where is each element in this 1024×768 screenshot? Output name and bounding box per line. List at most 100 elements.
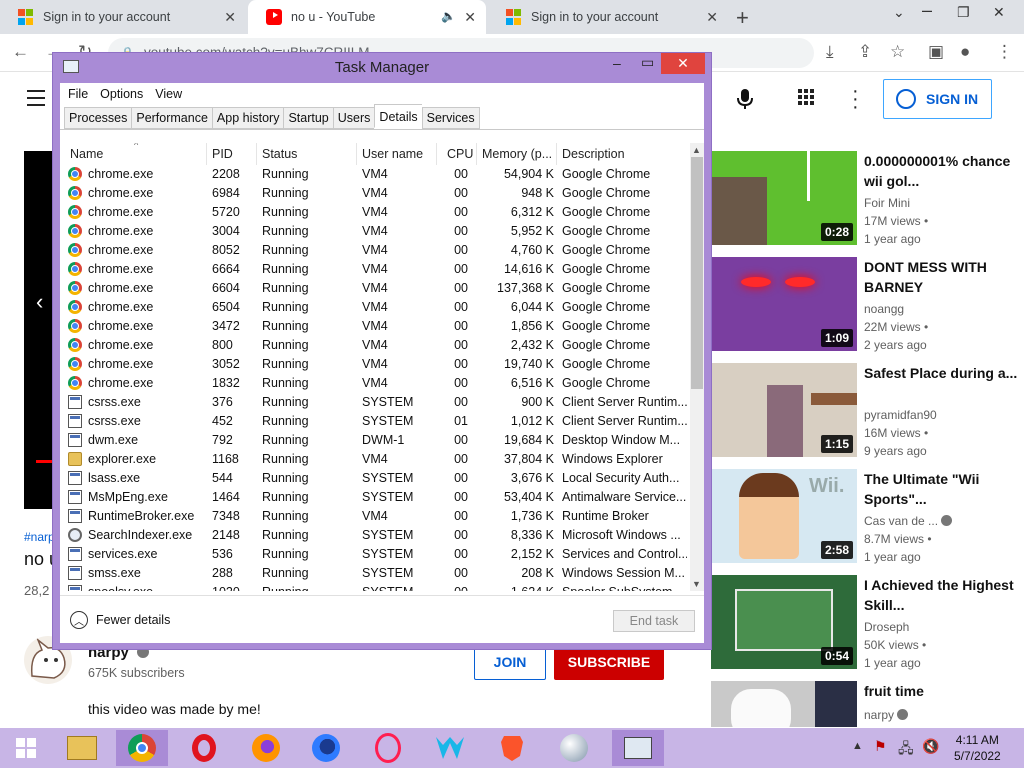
scroll-up-icon[interactable]: ▲ xyxy=(692,145,701,155)
taskbar-firefox[interactable] xyxy=(240,730,292,766)
start-button[interactable] xyxy=(0,730,52,766)
chevron-left-icon[interactable]: ‹ xyxy=(36,289,43,315)
recommendation-title[interactable]: fruit time xyxy=(864,681,1022,701)
table-row[interactable]: services.exe 536 Running SYSTEM 00 2,152 K Ser… xyxy=(64,545,688,564)
taskbar-firefox-dev[interactable] xyxy=(300,730,352,766)
recommendation-channel[interactable]: Droseph xyxy=(864,620,909,634)
hamburger-menu-icon[interactable] xyxy=(27,90,45,111)
close-tab-icon[interactable]: ✕ xyxy=(464,9,476,26)
table-row[interactable]: chrome.exe 2208 Running VM4 00 54,904 K Google… xyxy=(64,165,688,184)
menu-options[interactable]: Options xyxy=(100,87,143,101)
table-row[interactable]: MsMpEng.exe 1464 Running SYSTEM 00 53,404 K An… xyxy=(64,488,688,507)
recommendation-title[interactable]: Safest Place during a... xyxy=(864,363,1022,383)
tab-app-history[interactable]: App history xyxy=(211,107,284,129)
table-row[interactable]: chrome.exe 3472 Running VM4 00 1,856 K Google … xyxy=(64,317,688,336)
settings-dots-icon[interactable]: · · · xyxy=(852,81,859,117)
table-row[interactable]: RuntimeBroker.exe 7348 Running VM4 00 1,736 K… xyxy=(64,507,688,526)
recommendation-item[interactable]: 0:54 I Achieved the Highest Skill... Dro… xyxy=(711,575,1024,675)
table-row[interactable]: chrome.exe 3004 Running VM4 00 5,952 K Google … xyxy=(64,222,688,241)
column-header-cpu[interactable]: CPU xyxy=(447,147,473,161)
recommendation-item[interactable]: Wii. 2:58 The Ultimate "Wii Sports"... C… xyxy=(711,469,1024,569)
recommendation-channel[interactable]: noangg xyxy=(864,302,904,316)
scroll-down-icon[interactable]: ▼ xyxy=(692,579,701,589)
table-row[interactable]: lsass.exe 544 Running SYSTEM 00 3,676 K Local … xyxy=(64,469,688,488)
video-thumbnail[interactable]: 1:09 xyxy=(711,257,857,351)
taskbar-opera[interactable] xyxy=(178,730,230,766)
recommendation-channel[interactable]: pyramidfan90 xyxy=(864,408,937,422)
chevron-down-icon[interactable]: ⌄ xyxy=(893,4,905,21)
table-row[interactable]: explorer.exe 1168 Running VM4 00 37,804 K Wind… xyxy=(64,450,688,469)
end-task-button[interactable]: End task xyxy=(613,610,695,632)
table-row[interactable]: chrome.exe 6504 Running VM4 00 6,044 K Google … xyxy=(64,298,688,317)
minimize-icon[interactable]: – xyxy=(922,0,932,21)
video-thumbnail[interactable]: Wii. 2:58 xyxy=(711,469,857,563)
table-row[interactable]: chrome.exe 6984 Running VM4 00 948 K Google Ch… xyxy=(64,184,688,203)
table-row[interactable]: chrome.exe 1832 Running VM4 00 6,516 K Google … xyxy=(64,374,688,393)
recommendation-item[interactable]: 0:28 0.000000001% chance wii gol... Foir… xyxy=(711,151,1024,251)
install-app-icon[interactable]: ⤓ xyxy=(826,42,834,62)
recommendation-title[interactable]: I Achieved the Highest Skill... xyxy=(864,575,1022,615)
side-panel-icon[interactable]: ▣ xyxy=(928,42,944,62)
recommendation-item[interactable]: 1:15 Safest Place during a... pyramidfan… xyxy=(711,363,1024,463)
table-row[interactable]: chrome.exe 6604 Running VM4 00 137,368 K Googl… xyxy=(64,279,688,298)
column-header-status[interactable]: Status xyxy=(262,147,297,161)
tab-users[interactable]: Users xyxy=(332,107,375,129)
apps-grid-icon[interactable] xyxy=(798,89,814,105)
taskbar-chrome[interactable] xyxy=(116,730,168,766)
bookmark-star-icon[interactable]: ☆ xyxy=(890,42,905,62)
table-row[interactable]: chrome.exe 6664 Running VM4 00 14,616 K Google… xyxy=(64,260,688,279)
recommendation-title[interactable]: The Ultimate "Wii Sports"... xyxy=(864,469,1022,509)
taskbar-waterfox[interactable] xyxy=(424,730,476,766)
close-tab-icon[interactable]: ✕ xyxy=(224,9,236,26)
tab-performance[interactable]: Performance xyxy=(131,107,212,129)
table-row[interactable]: chrome.exe 3052 Running VM4 00 19,740 K Google… xyxy=(64,355,688,374)
new-tab-icon[interactable]: + xyxy=(736,5,749,31)
table-row[interactable]: csrss.exe 452 Running SYSTEM 01 1,012 K Client… xyxy=(64,412,688,431)
back-arrow-icon[interactable]: ← xyxy=(12,42,29,62)
share-icon[interactable]: ⇪ xyxy=(858,42,872,62)
table-row[interactable]: SearchIndexer.exe 2148 Running SYSTEM 00 8,33… xyxy=(64,526,688,545)
fewer-details-button[interactable]: ︿ Fewer details xyxy=(70,611,170,629)
column-header-user[interactable]: User name xyxy=(362,147,423,161)
close-window-icon[interactable]: ✕ xyxy=(993,4,1005,21)
recommendation-title[interactable]: DONT MESS WITH BARNEY xyxy=(864,257,1022,297)
taskbar-app-orb[interactable] xyxy=(548,730,600,766)
close-tab-icon[interactable]: ✕ xyxy=(706,9,718,26)
speaker-icon[interactable]: 🔈 xyxy=(441,9,456,23)
table-row[interactable]: smss.exe 288 Running SYSTEM 00 208 K Windows S… xyxy=(64,564,688,583)
tab-youtube[interactable]: no u - YouTube 🔈 ✕ xyxy=(248,0,486,34)
video-thumbnail[interactable]: 1:15 xyxy=(711,363,857,457)
recommendation-item[interactable]: fruit time narpy xyxy=(711,681,1024,727)
table-row[interactable]: spoolsv.exe 1020 Running SYSTEM 00 1,624 K Spo… xyxy=(64,583,688,591)
recommendation-channel[interactable]: Cas van de ... xyxy=(864,514,953,528)
taskbar-file-explorer[interactable] xyxy=(56,730,108,766)
menu-file[interactable]: File xyxy=(68,87,88,101)
scrollbar-thumb[interactable] xyxy=(691,157,703,389)
show-hidden-icons-icon[interactable]: ▲ xyxy=(852,740,863,752)
volume-muted-icon[interactable]: 🔇 xyxy=(922,738,939,755)
video-thumbnail[interactable] xyxy=(711,681,857,727)
table-row[interactable]: dwm.exe 792 Running DWM-1 00 19,684 K Desktop … xyxy=(64,431,688,450)
vertical-scrollbar[interactable]: ▲ ▼ xyxy=(690,143,704,591)
tab-signin-1[interactable]: Sign in to your account ✕ xyxy=(0,0,246,34)
video-thumbnail[interactable]: 0:54 xyxy=(711,575,857,669)
restore-icon[interactable]: ❐ xyxy=(957,4,970,21)
taskbar-brave[interactable] xyxy=(486,730,538,766)
column-header-description[interactable]: Description xyxy=(562,147,625,161)
menu-view[interactable]: View xyxy=(155,87,182,101)
column-header-name[interactable]: Name xyxy=(70,147,103,161)
tab-signin-2[interactable]: Sign in to your account ✕ xyxy=(488,0,728,34)
tab-processes[interactable]: Processes xyxy=(64,107,132,129)
network-icon[interactable]: 🖧 xyxy=(898,738,914,762)
chrome-menu-icon[interactable]: ⋮ xyxy=(996,42,1013,62)
close-icon[interactable]: ✕ xyxy=(661,53,705,74)
recommendation-title[interactable]: 0.000000001% chance wii gol... xyxy=(864,151,1022,191)
video-thumbnail[interactable]: 0:28 xyxy=(711,151,857,245)
table-row[interactable]: chrome.exe 8052 Running VM4 00 4,760 K Google … xyxy=(64,241,688,260)
tab-services[interactable]: Services xyxy=(421,107,480,129)
recommendation-item[interactable]: 1:09 DONT MESS WITH BARNEY noangg 22M vi… xyxy=(711,257,1024,357)
taskbar-task-manager[interactable] xyxy=(612,730,664,766)
microphone-icon[interactable] xyxy=(737,88,753,110)
video-hashtag[interactable]: #narp xyxy=(24,530,55,544)
minimize-icon[interactable]: – xyxy=(613,55,621,71)
